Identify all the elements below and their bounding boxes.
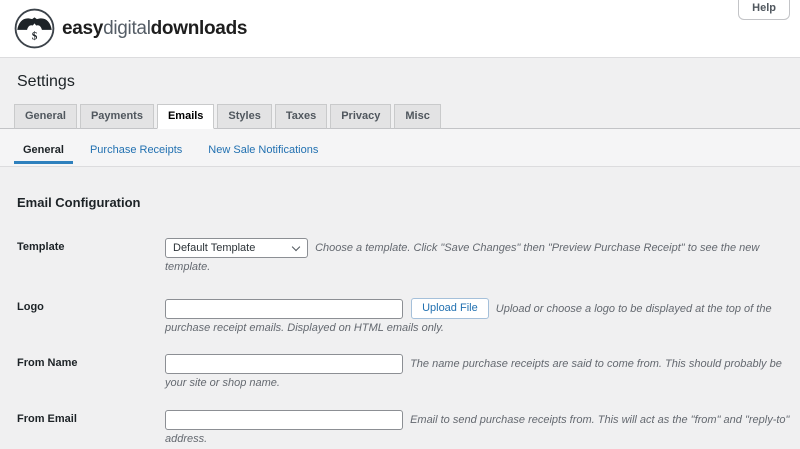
tab-styles[interactable]: Styles [217,104,272,130]
upload-file-button[interactable]: Upload File [411,298,489,320]
from-email-input[interactable] [165,410,403,431]
form-row-from-name: From Name The name purchase receipts are… [17,354,790,393]
tab-emails[interactable]: Emails [156,104,215,130]
admin-header: $ easydigitaldownloads Help [0,0,800,58]
tab-general[interactable]: General [14,104,77,130]
edd-logo-icon: $ [14,8,55,49]
form-row-logo: Logo Upload File Upload or choose a logo… [17,298,790,338]
from-name-input[interactable] [165,354,403,375]
logo-input[interactable] [165,298,403,319]
logo-label: Logo [17,301,44,314]
from-email-field: Email to send purchase receipts from. Th… [165,410,790,449]
form-row-template: Template Default Template Choose a templ… [17,238,790,277]
from-name-field: The name purchase receipts are said to c… [165,354,790,393]
subtab-general[interactable]: General [14,144,73,165]
email-subtabs: General Purchase Receipts New Sale Notific… [0,129,800,168]
edd-logo: $ easydigitaldownloads [14,8,247,49]
subtab-purchase-receipts[interactable]: Purchase Receipts [81,144,191,164]
help-button[interactable]: Help [738,0,790,20]
from-email-label: From Email [17,413,77,426]
template-select-wrap: Default Template [165,238,308,259]
settings-tabs: General Payments Emails Styles Taxes Privacy M… [0,103,800,130]
tab-taxes[interactable]: Taxes [274,104,328,130]
tab-misc[interactable]: Misc [394,104,441,130]
page-title: Settings [17,73,75,90]
brand-easy: easy [62,17,104,39]
logo-field: Upload File Upload or choose a logo to b… [165,298,790,338]
brand-text: easydigitaldownloads [62,18,247,40]
brand-downloads: downloads [150,17,248,39]
subtab-new-sale-notifications[interactable]: New Sale Notifications [199,144,327,164]
tab-privacy[interactable]: Privacy [330,104,392,130]
template-select[interactable]: Default Template [165,238,308,259]
section-title: Email Configuration [17,195,141,211]
brand-digital: digital [103,17,151,39]
from-name-label: From Name [17,357,78,370]
email-configuration-form: Template Default Template Choose a templ… [17,238,790,449]
form-row-from-email: From Email Email to send purchase receip… [17,410,790,449]
settings-content: Email Configuration Template Default Tem… [0,195,800,449]
tab-payments[interactable]: Payments [79,104,154,130]
template-label: Template [17,241,65,254]
svg-text:$: $ [32,31,38,43]
template-field: Default Template Choose a template. Clic… [165,238,790,277]
